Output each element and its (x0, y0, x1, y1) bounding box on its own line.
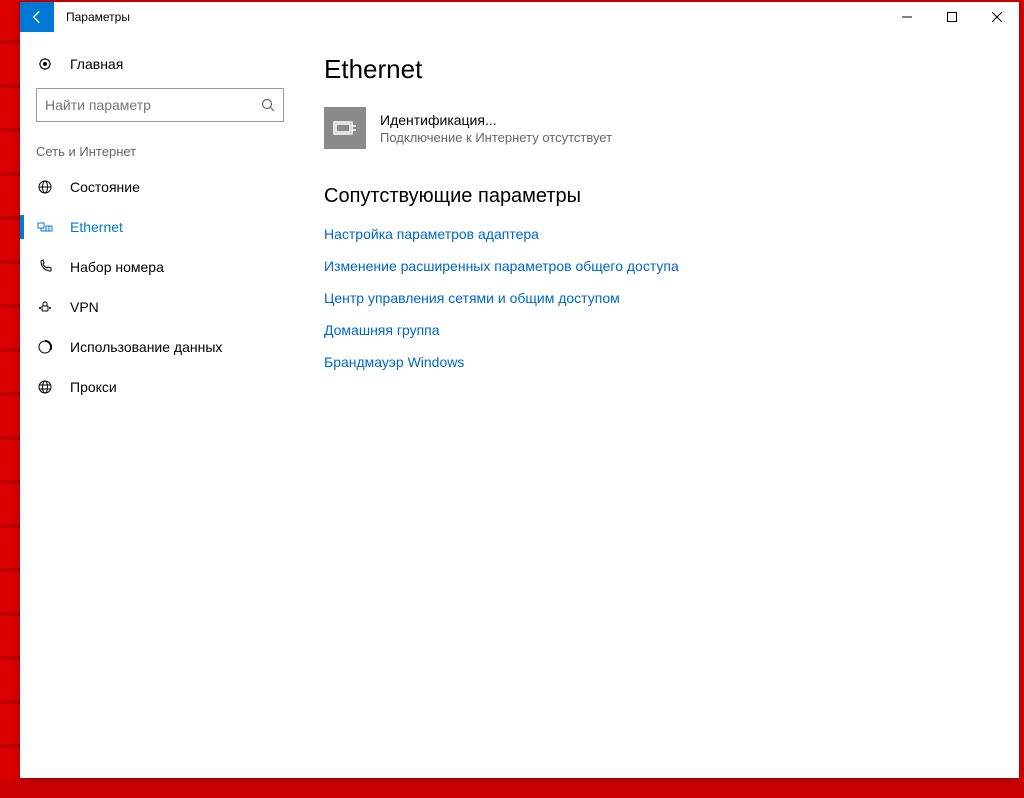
close-icon (992, 12, 1002, 22)
sidebar-home[interactable]: Главная (20, 44, 300, 84)
maximize-icon (947, 12, 957, 22)
link-homegroup[interactable]: Домашняя группа (324, 322, 995, 338)
link-network-center[interactable]: Центр управления сетями и общим доступом (324, 290, 995, 306)
maximize-button[interactable] (929, 2, 974, 32)
window-title: Параметры (54, 2, 142, 32)
network-adapter-icon (324, 107, 366, 149)
proxy-icon (36, 378, 54, 396)
sidebar-item-ethernet[interactable]: Ethernet (20, 207, 300, 247)
sidebar-item-label: Состояние (70, 179, 140, 195)
close-button[interactable] (974, 2, 1019, 32)
ethernet-icon (36, 218, 54, 236)
data-usage-icon (36, 338, 54, 356)
network-name: Идентификация... (380, 112, 612, 128)
link-firewall[interactable]: Брандмауэр Windows (324, 354, 995, 370)
search-icon (261, 98, 275, 112)
phone-icon (36, 258, 54, 276)
back-button[interactable] (20, 2, 54, 32)
sidebar-item-label: Прокси (70, 379, 117, 395)
sidebar-item-data-usage[interactable]: Использование данных (20, 327, 300, 367)
settings-window: Параметры Главная Сеть и Интернет Состоя… (20, 2, 1019, 778)
link-adapter-settings[interactable]: Настройка параметров адаптера (324, 226, 995, 242)
minimize-button[interactable] (884, 2, 929, 32)
network-status-row[interactable]: Идентификация... Подключение к Интернету… (324, 107, 995, 149)
sidebar-item-vpn[interactable]: VPN (20, 287, 300, 327)
sidebar-item-dialup[interactable]: Набор номера (20, 247, 300, 287)
desktop-background-bottom (0, 778, 1024, 798)
sidebar: Главная Сеть и Интернет Состояние Ethern… (20, 32, 300, 778)
desktop-background-left (0, 0, 20, 798)
arrow-left-icon (28, 8, 46, 26)
sidebar-home-label: Главная (70, 56, 123, 72)
home-icon (36, 55, 54, 73)
vpn-icon (36, 298, 54, 316)
globe-icon (36, 178, 54, 196)
titlebar: Параметры (20, 2, 1019, 32)
network-status: Подключение к Интернету отсутствует (380, 130, 612, 145)
sidebar-item-label: Ethernet (70, 219, 123, 235)
desktop-background-right (1019, 0, 1024, 798)
sidebar-item-label: Использование данных (70, 339, 222, 355)
sidebar-item-status[interactable]: Состояние (20, 167, 300, 207)
sidebar-item-label: VPN (70, 299, 99, 315)
search-box[interactable] (36, 88, 284, 122)
search-input[interactable] (45, 97, 261, 113)
sidebar-section-label: Сеть и Интернет (20, 138, 300, 167)
sidebar-item-proxy[interactable]: Прокси (20, 367, 300, 407)
main-content: Ethernet Идентификация... Подключение к … (300, 32, 1019, 778)
minimize-icon (902, 12, 912, 22)
link-advanced-sharing[interactable]: Изменение расширенных параметров общего … (324, 258, 995, 274)
related-heading: Сопутствующие параметры (324, 185, 995, 208)
page-heading: Ethernet (324, 54, 995, 85)
sidebar-item-label: Набор номера (70, 259, 164, 275)
